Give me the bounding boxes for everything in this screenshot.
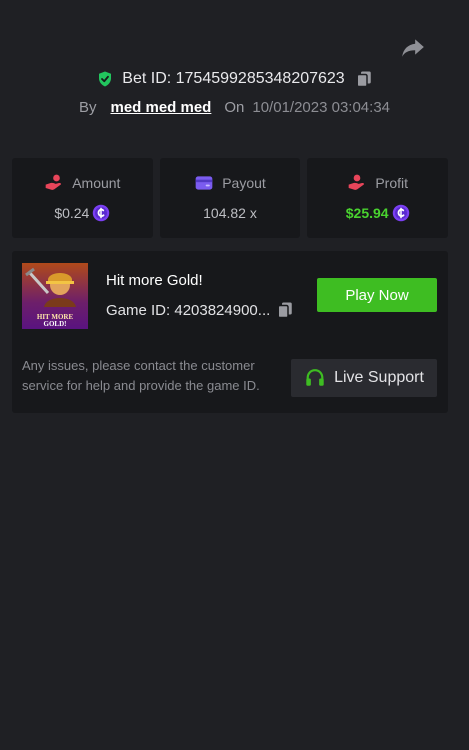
wallet-card-icon [195, 176, 213, 190]
share-icon[interactable] [400, 34, 426, 60]
stat-amount-label: Amount [72, 175, 121, 191]
copy-game-id-icon[interactable] [276, 301, 294, 319]
play-now-button[interactable]: Play Now [317, 278, 437, 312]
on-label: On [224, 98, 245, 116]
bet-id-row: Bet ID: 1754599285348207623 [0, 68, 469, 90]
copy-bet-id-icon[interactable] [355, 70, 373, 88]
support-notice: Any issues, please contact the customer … [22, 358, 260, 393]
game-card: HIT MORE GOLD! Hit more Gold! Game ID: 4… [12, 251, 448, 413]
verified-shield-icon [99, 71, 112, 87]
coin-icon [93, 204, 110, 222]
stat-amount-value: $0.24 [54, 205, 90, 221]
bet-date: 10/01/2023 03:04:34 [252, 98, 391, 116]
stat-payout-value: 104.82 x [203, 205, 257, 221]
hand-coin-icon [45, 174, 62, 190]
stat-payout-label: Payout [222, 175, 266, 191]
bet-author-row: By med med med On 10/01/2023 03:04:34 [0, 96, 469, 118]
username-link[interactable]: med med med [110, 99, 211, 116]
game-thumbnail[interactable]: HIT MORE GOLD! [22, 263, 88, 329]
by-label: By [78, 98, 97, 116]
hand-money-icon [348, 174, 365, 190]
stat-profit: Profit $25.94 [307, 158, 449, 238]
stat-amount: Amount $0.24 [12, 158, 153, 238]
game-id-text: Game ID: 4203824900... [106, 301, 271, 319]
svg-text:GOLD!: GOLD! [44, 320, 67, 328]
coin-icon [392, 204, 409, 222]
stat-profit-label: Profit [375, 175, 409, 191]
bet-stats: Amount $0.24 Payout 104.82 x Profit $25.… [12, 158, 449, 238]
bet-id-text: Bet ID: 1754599285348207623 [122, 70, 345, 87]
live-support-button[interactable]: Live Support [291, 359, 437, 397]
stat-profit-value: $25.94 [345, 205, 389, 221]
headset-icon [306, 369, 324, 386]
game-id-row: Game ID: 4203824900... [106, 301, 294, 319]
live-support-label: Live Support [334, 369, 424, 386]
game-title: Hit more Gold! [106, 272, 203, 289]
stat-payout: Payout 104.82 x [159, 158, 301, 238]
